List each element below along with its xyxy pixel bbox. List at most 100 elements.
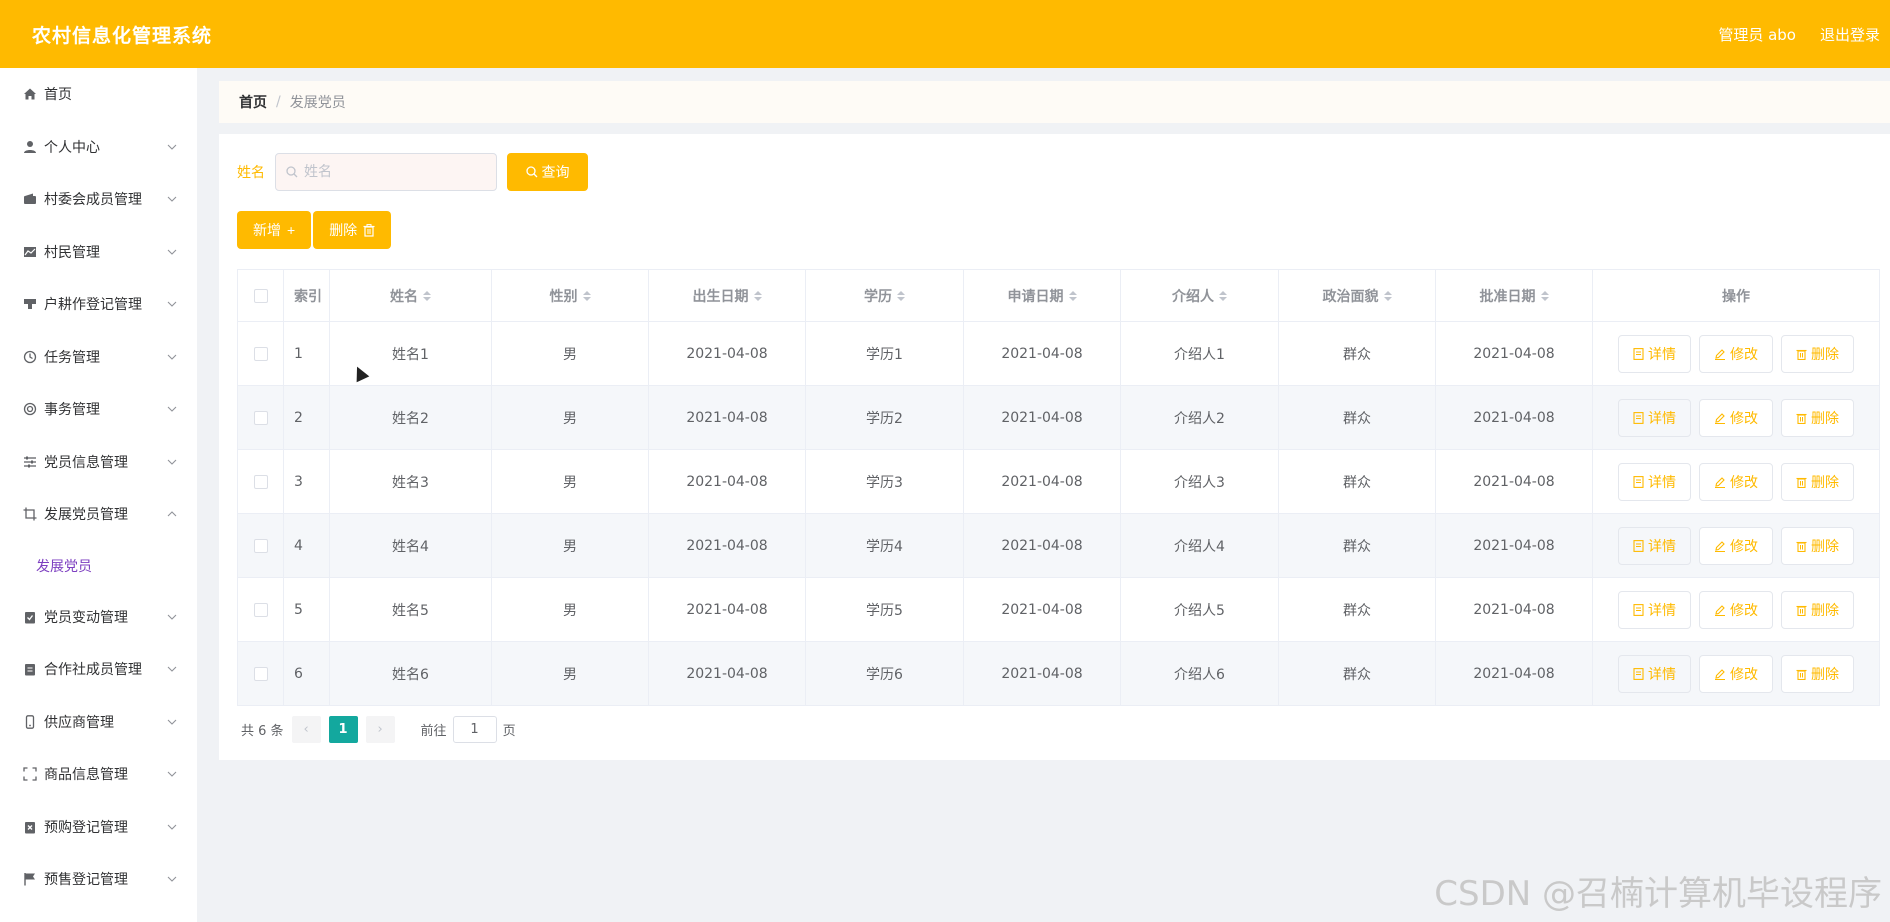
sidebar-item[interactable]: 合作社成员管理 xyxy=(0,643,197,696)
pagination: 共 6 条 ‹ 1 › 前往 页 xyxy=(241,716,516,743)
sidebar-item[interactable]: 发展党员管理 xyxy=(0,488,197,541)
header-introducer[interactable]: 介绍人 xyxy=(1121,270,1279,322)
table-row[interactable]: 1 姓名1 男 2021-04-08 学历1 2021-04-08 介绍人1 群众 2021-0… xyxy=(238,322,1880,386)
header-education[interactable]: 学历 xyxy=(806,270,964,322)
goto-prefix: 前往 xyxy=(420,724,447,739)
sidebar-item[interactable]: 预购登记管理 xyxy=(0,801,197,854)
row-checkbox[interactable] xyxy=(253,666,268,681)
detail-button[interactable]: 详情 xyxy=(1618,526,1691,565)
sidebar-item[interactable]: 供应商管理 xyxy=(0,696,197,749)
header-gender[interactable]: 性别 xyxy=(492,270,649,322)
edit-button[interactable]: 修改 xyxy=(1699,590,1773,629)
sidebar-item-label: 村民管理 xyxy=(44,244,100,261)
logout-button[interactable]: 退出登录 xyxy=(1820,24,1880,45)
sort-icon[interactable] xyxy=(753,290,762,301)
sidebar-item[interactable]: 村委会成员管理 xyxy=(0,173,197,226)
sort-icon[interactable] xyxy=(423,290,431,301)
row-checkbox[interactable] xyxy=(253,346,268,361)
cell-education: 学历6 xyxy=(806,642,964,706)
cell-index: 3 xyxy=(284,450,330,514)
trash-icon xyxy=(1796,477,1807,488)
edit-icon xyxy=(1715,668,1725,680)
delete-button[interactable]: 删除 xyxy=(1781,398,1854,437)
row-checkbox[interactable] xyxy=(253,410,268,425)
breadcrumb-home[interactable]: 首页 xyxy=(239,92,267,112)
sidebar-subitem-active[interactable]: 发展党员 xyxy=(0,541,197,591)
sidebar-item[interactable]: 任务管理 xyxy=(0,331,197,384)
detail-button[interactable]: 详情 xyxy=(1618,398,1691,437)
sidebar-item[interactable]: 个人中心 xyxy=(0,121,197,174)
header-approve-date[interactable]: 批准日期 xyxy=(1436,270,1593,322)
sort-icon[interactable] xyxy=(1068,290,1077,301)
sidebar-item[interactable]: 党员变动管理 xyxy=(0,591,197,644)
detail-button[interactable]: 详情 xyxy=(1618,462,1691,501)
table-row[interactable]: 5 姓名5 男 2021-04-08 学历5 2021-04-08 介绍人5 群众 2021-0… xyxy=(238,578,1880,642)
cell-select xyxy=(238,322,284,386)
sidebar-item[interactable]: 事务管理 xyxy=(0,383,197,436)
document-icon xyxy=(1633,475,1644,488)
sort-icon[interactable] xyxy=(897,290,905,301)
delete-button[interactable]: 删除 xyxy=(1781,654,1854,693)
sidebar-item[interactable]: 首页 xyxy=(0,68,197,121)
sliders-icon xyxy=(22,454,38,470)
trash-icon xyxy=(1796,605,1807,616)
search-input[interactable] xyxy=(304,164,496,180)
table-row[interactable]: 3 姓名3 男 2021-04-08 学历3 2021-04-08 介绍人3 群众 2021-0… xyxy=(238,450,1880,514)
row-checkbox[interactable] xyxy=(253,474,268,489)
search-field[interactable] xyxy=(275,153,497,191)
edit-button[interactable]: 修改 xyxy=(1699,334,1773,373)
sidebar-item[interactable]: 村民管理 xyxy=(0,226,197,279)
delete-button[interactable]: 删除 xyxy=(1781,334,1854,373)
cell-approve-date: 2021-04-08 xyxy=(1436,578,1593,642)
add-button[interactable]: 新增 + xyxy=(237,211,312,249)
edit-button[interactable]: 修改 xyxy=(1699,526,1773,565)
sidebar-item[interactable]: 预售登记管理 xyxy=(0,853,197,906)
goto-page-input[interactable] xyxy=(452,716,497,743)
cell-political: 群众 xyxy=(1279,386,1436,450)
detail-button[interactable]: 详情 xyxy=(1618,590,1691,629)
sidebar-item[interactable]: 党员信息管理 xyxy=(0,436,197,489)
delete-button[interactable]: 删除 xyxy=(1781,462,1854,501)
trash-icon xyxy=(363,223,375,237)
sort-icon[interactable] xyxy=(1219,290,1227,301)
header-apply-date[interactable]: 申请日期 xyxy=(964,270,1121,322)
cell-education: 学历3 xyxy=(806,450,964,514)
row-checkbox[interactable] xyxy=(253,602,268,617)
sort-icon[interactable] xyxy=(1383,290,1392,301)
header-birth[interactable]: 出生日期 xyxy=(649,270,806,322)
header-name[interactable]: 姓名 xyxy=(330,270,492,322)
edit-button[interactable]: 修改 xyxy=(1699,654,1773,693)
header-political[interactable]: 政治面貌 xyxy=(1279,270,1436,322)
search-label: 姓名 xyxy=(237,165,265,181)
table-row[interactable]: 2 姓名2 男 2021-04-08 学历2 2021-04-08 介绍人2 群众 2021-0… xyxy=(238,386,1880,450)
detail-button[interactable]: 详情 xyxy=(1618,334,1691,373)
batch-delete-button[interactable]: 删除 xyxy=(313,211,392,249)
fullscreen-icon xyxy=(22,766,38,782)
select-all-checkbox[interactable] xyxy=(253,288,268,303)
sidebar-item-label: 供应商管理 xyxy=(44,714,114,731)
sidebar-item-label: 商品信息管理 xyxy=(44,767,128,784)
next-page-button[interactable]: › xyxy=(365,716,395,743)
cell-ops: 详情 修改 删除 xyxy=(1593,322,1880,386)
sort-icon[interactable] xyxy=(582,290,591,301)
prev-page-button[interactable]: ‹ xyxy=(291,716,321,743)
query-button-label: 查询 xyxy=(541,164,570,180)
edit-button-label: 修改 xyxy=(1730,346,1758,363)
table-row[interactable]: 6 姓名6 男 2021-04-08 学历6 2021-04-08 介绍人6 群众 2021-0… xyxy=(238,642,1880,706)
sidebar-item[interactable]: 户耕作登记管理 xyxy=(0,278,197,331)
query-button[interactable]: 查询 xyxy=(507,153,588,191)
detail-button-label: 详情 xyxy=(1648,538,1676,555)
edit-button[interactable]: 修改 xyxy=(1699,398,1773,437)
delete-button[interactable]: 删除 xyxy=(1781,526,1854,565)
sidebar-item[interactable]: 商品信息管理 xyxy=(0,748,197,801)
row-checkbox[interactable] xyxy=(253,538,268,553)
delete-button[interactable]: 删除 xyxy=(1781,590,1854,629)
main-card: 姓名 查询 新增 + 删除 索引 姓名 性别 出生日期 学历 申请日期 介绍人 xyxy=(219,134,1890,760)
table-row[interactable]: 4 姓名4 男 2021-04-08 学历4 2021-04-08 介绍人4 群众 2021-0… xyxy=(238,514,1880,578)
page-number-1[interactable]: 1 xyxy=(328,716,358,743)
top-bar: 农村信息化管理系统 管理员 abo 退出登录 xyxy=(0,0,1890,68)
detail-button[interactable]: 详情 xyxy=(1618,654,1691,693)
sort-icon[interactable] xyxy=(1540,290,1549,301)
edit-button[interactable]: 修改 xyxy=(1699,462,1773,501)
delete-button-label: 删除 xyxy=(1811,346,1839,363)
